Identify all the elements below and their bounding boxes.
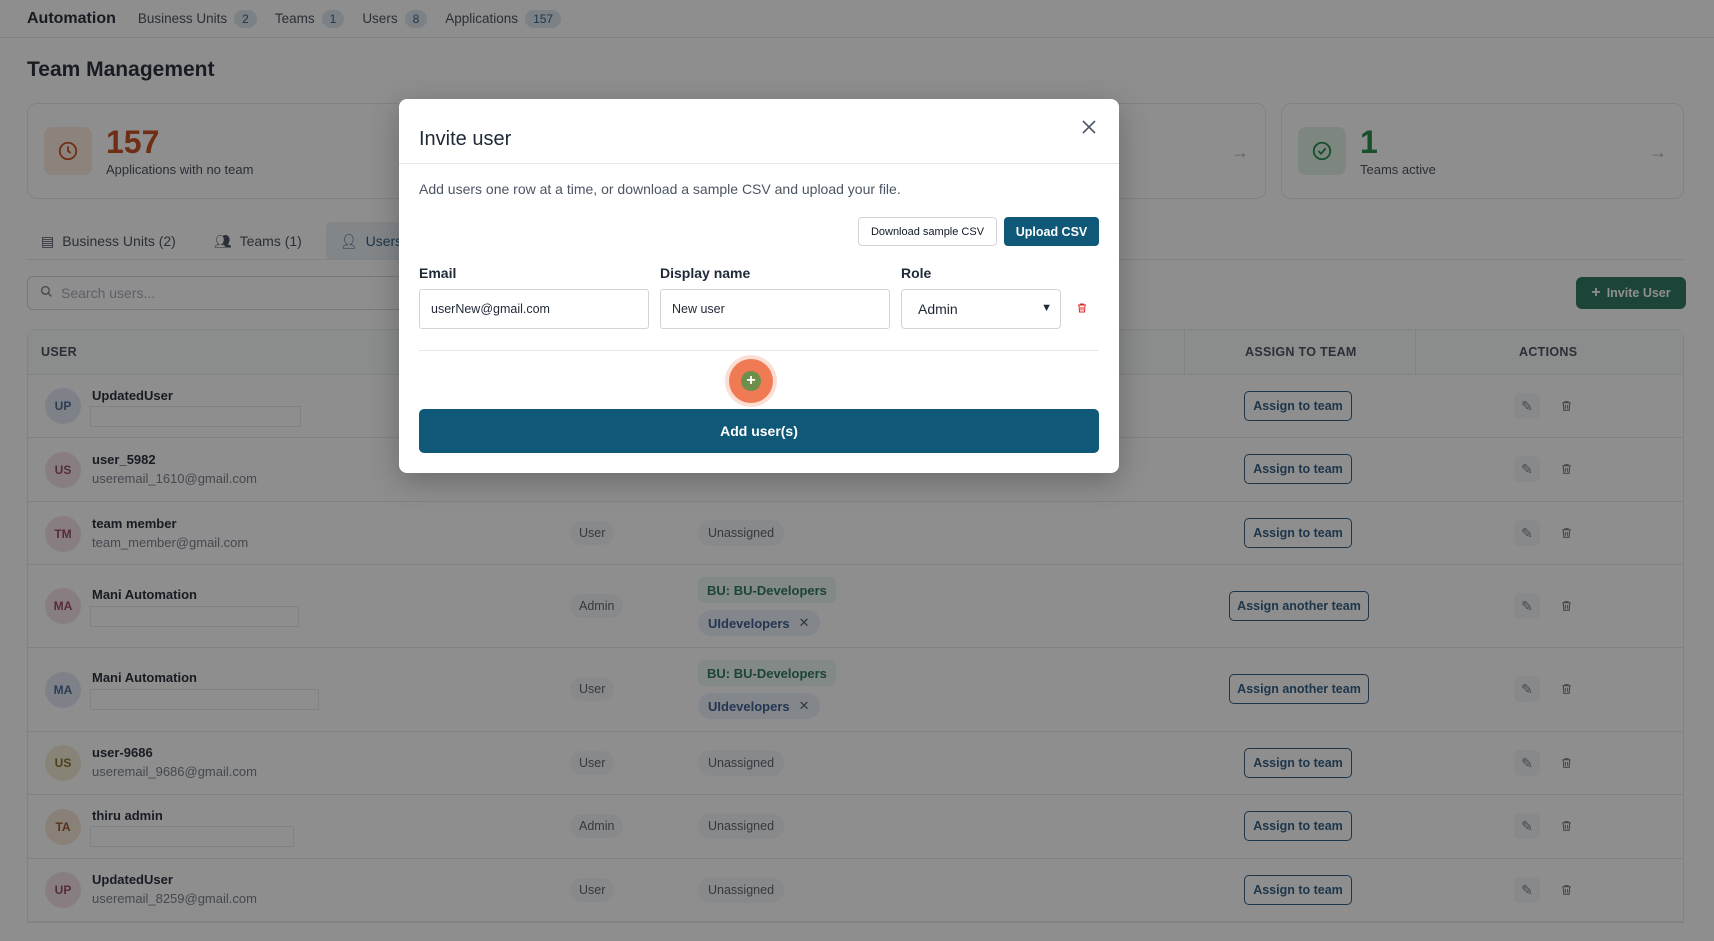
email-field[interactable]: userNew@gmail.com: [419, 289, 649, 329]
dialog-hint: Add users one row at a time, or download…: [419, 181, 901, 197]
upload-csv-button[interactable]: Upload CSV: [1004, 217, 1099, 246]
email-label: Email: [419, 265, 457, 281]
add-row-button[interactable]: +: [729, 359, 773, 403]
display-name-label: Display name: [660, 265, 751, 281]
dialog-divider: [419, 350, 1099, 351]
dialog-header: Invite user: [399, 99, 1119, 164]
invite-user-dialog: Invite user Add users one row at a time,…: [399, 99, 1119, 473]
close-icon[interactable]: [1079, 117, 1099, 137]
role-select[interactable]: Admin ▼: [901, 289, 1061, 329]
dialog-title: Invite user: [419, 128, 512, 150]
add-users-button[interactable]: Add user(s): [419, 409, 1099, 453]
download-sample-csv-button[interactable]: Download sample CSV: [858, 217, 997, 246]
role-label: Role: [901, 265, 932, 281]
plus-icon: +: [741, 371, 761, 391]
chevron-down-icon: ▼: [1041, 302, 1052, 314]
role-select-value: Admin: [918, 301, 958, 317]
delete-row-icon[interactable]: [1076, 301, 1088, 318]
display-name-field[interactable]: New user: [660, 289, 890, 329]
